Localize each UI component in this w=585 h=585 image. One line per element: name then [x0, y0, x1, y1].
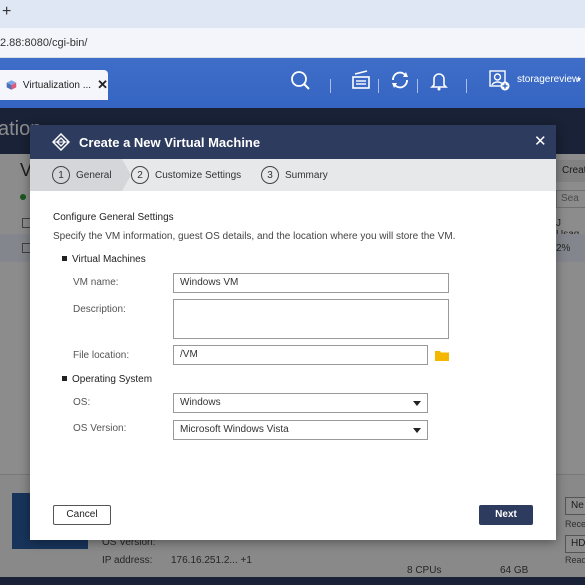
- description-textarea[interactable]: [173, 299, 449, 339]
- os-version-select-value: Microsoft Windows Vista: [180, 424, 289, 435]
- virtual-machines-group-title: Virtual Machines: [62, 254, 146, 265]
- sync-icon[interactable]: [389, 69, 411, 91]
- new-tab-button[interactable]: +: [2, 4, 11, 20]
- dialog-header: Create a New Virtual Machine ✕: [30, 125, 556, 159]
- description-label: Description:: [73, 304, 126, 315]
- wizard-steps: 1 General 2 Customize Settings 3 Summary: [30, 159, 556, 191]
- header-separator: [330, 79, 331, 93]
- active-step-arrow: [122, 159, 131, 191]
- header-separator: [466, 79, 467, 93]
- browser-address-bar[interactable]: 2.88:8080/cgi-bin/: [0, 28, 585, 58]
- notification-bell-icon[interactable]: [428, 69, 450, 91]
- user-icon[interactable]: [488, 69, 510, 91]
- folder-icon[interactable]: [435, 350, 449, 361]
- search-icon[interactable]: [289, 69, 311, 91]
- operating-system-group-title: Operating System: [62, 374, 152, 385]
- file-location-input[interactable]: /VM: [173, 345, 428, 365]
- app-tab-label: Virtualization ...: [22, 79, 92, 91]
- os-select[interactable]: Windows: [173, 393, 428, 413]
- header-separator: [378, 79, 379, 93]
- step-summary[interactable]: 3 Summary: [261, 166, 328, 184]
- step-customize-settings[interactable]: 2 Customize Settings: [131, 166, 241, 184]
- os-version-label: OS Version:: [73, 423, 127, 434]
- step-label: General: [76, 169, 112, 181]
- tasks-icon[interactable]: [350, 69, 372, 91]
- section-title: Configure General Settings: [53, 212, 174, 223]
- browser-tab-bar: +: [0, 0, 585, 28]
- os-version-select[interactable]: Microsoft Windows Vista: [173, 420, 428, 440]
- chevron-down-icon: [413, 401, 421, 406]
- close-icon[interactable]: ✕: [534, 132, 547, 150]
- dialog-title: Create a New Virtual Machine: [79, 135, 261, 150]
- virtualization-app-icon: [6, 80, 17, 90]
- step-label: Summary: [285, 169, 328, 181]
- username-label[interactable]: storagereview: [517, 74, 579, 85]
- vm-name-label: VM name:: [73, 277, 119, 288]
- section-description: Specify the VM information, guest OS det…: [53, 231, 456, 242]
- file-location-label: File location:: [73, 350, 130, 361]
- step-label: Customize Settings: [155, 169, 242, 181]
- cancel-button[interactable]: Cancel: [53, 505, 111, 525]
- next-button[interactable]: Next: [479, 505, 533, 525]
- qts-header: Virtualization ... ✕ storagereview ▾: [0, 58, 585, 108]
- url-text[interactable]: 2.88:8080/cgi-bin/: [0, 37, 87, 49]
- header-separator: [417, 79, 418, 93]
- vm-name-input[interactable]: Windows VM: [173, 273, 449, 293]
- step-number: 3: [261, 166, 279, 184]
- user-menu-chevron-icon[interactable]: ▾: [577, 75, 581, 84]
- step-number: 1: [52, 166, 70, 184]
- app-tab-close-icon[interactable]: ✕: [97, 77, 108, 93]
- app-tab-virtualization[interactable]: Virtualization ... ✕: [0, 70, 108, 100]
- os-label: OS:: [73, 397, 91, 408]
- virtualization-logo-icon: [52, 133, 70, 151]
- step-general[interactable]: 1 General: [52, 166, 112, 184]
- create-vm-dialog: Create a New Virtual Machine ✕ 1 General…: [30, 125, 556, 540]
- os-select-value: Windows: [180, 397, 221, 408]
- step-number: 2: [131, 166, 149, 184]
- chevron-down-icon: [413, 428, 421, 433]
